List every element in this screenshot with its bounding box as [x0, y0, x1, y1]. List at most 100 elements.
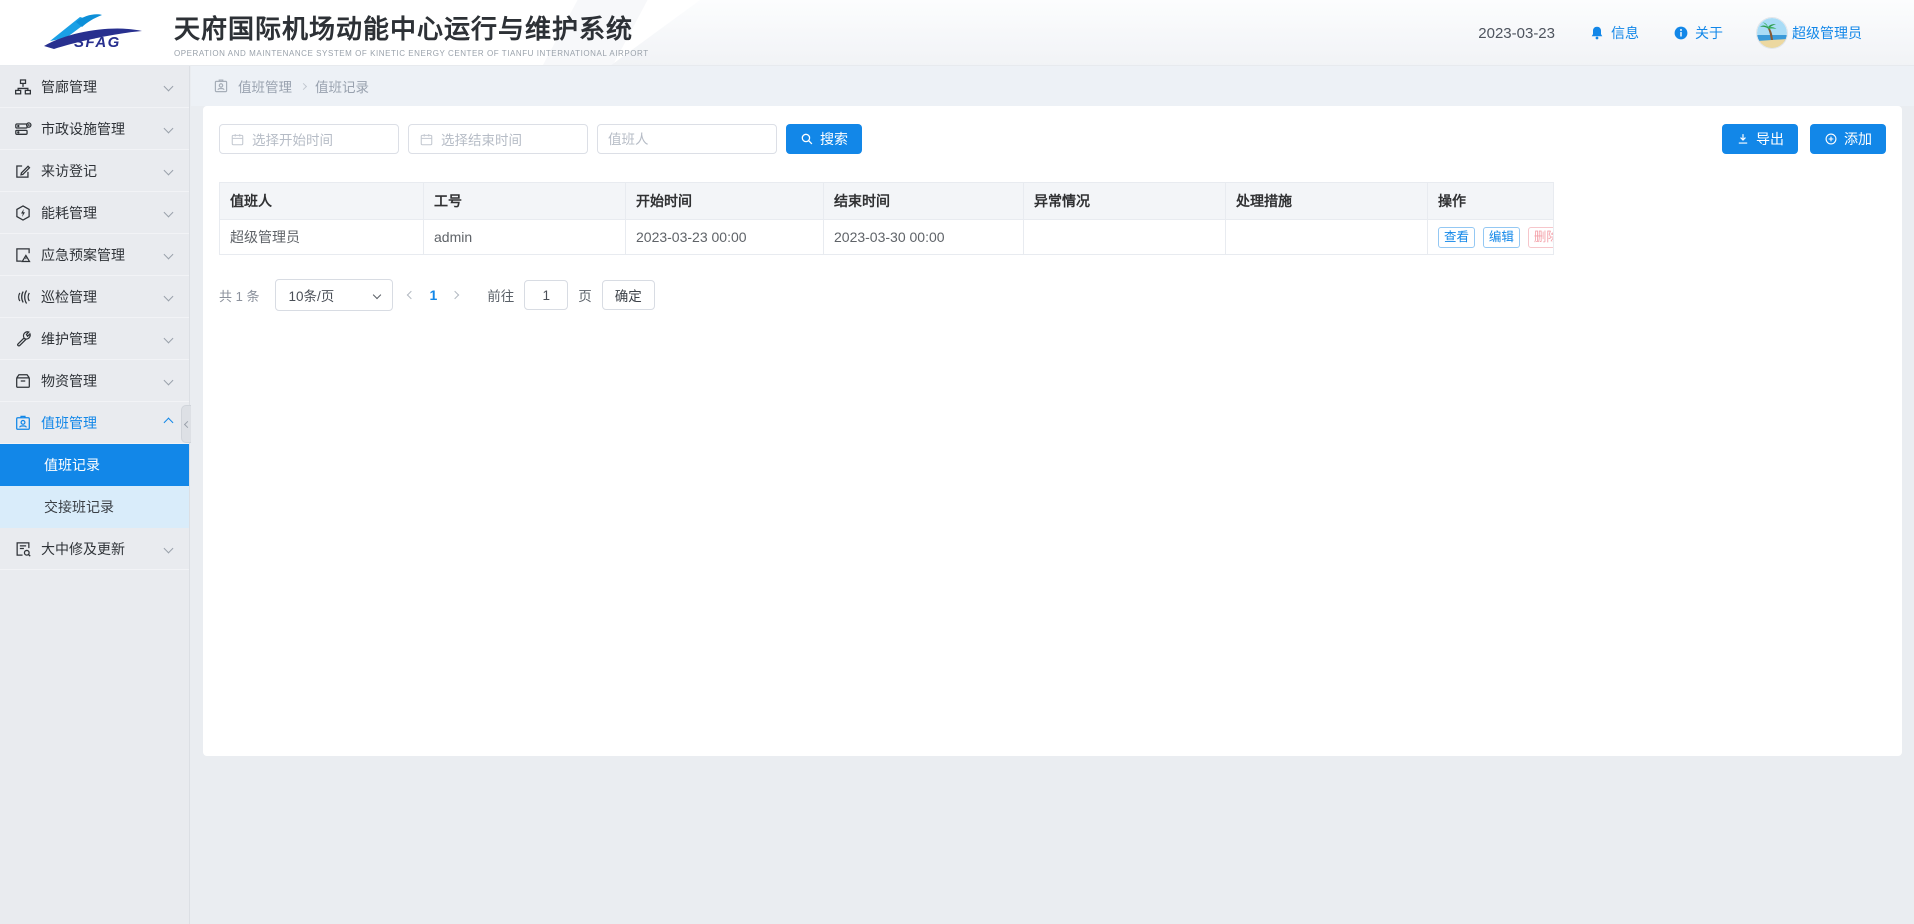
start-time-picker[interactable]: 选择开始时间: [219, 124, 399, 154]
column-header: 结束时间: [824, 183, 1024, 220]
overhaul-icon: [14, 540, 32, 558]
svg-text:SFAG: SFAG: [74, 34, 121, 51]
delete-button[interactable]: 删除: [1528, 227, 1554, 248]
subitem-label: 值班记录: [44, 455, 100, 475]
view-button[interactable]: 查看: [1438, 227, 1475, 248]
export-button[interactable]: 导出: [1722, 124, 1798, 154]
chevron-down-icon: [164, 544, 174, 554]
chevron-down-icon: [164, 376, 174, 386]
chevron-right-icon: [300, 82, 307, 89]
pagination: 共 1 条 10条/页 1 前往 页 确定: [219, 279, 1886, 311]
chevron-down-icon: [164, 334, 174, 344]
emergency-plan-icon: [14, 246, 32, 264]
chevron-right-icon: [451, 291, 459, 299]
search-button[interactable]: 搜索: [786, 124, 862, 154]
sidebar-item-pipe-gallery[interactable]: 管廊管理: [0, 66, 189, 108]
edit-button[interactable]: 编辑: [1483, 227, 1520, 248]
sidebar-collapse-handle[interactable]: [181, 405, 191, 443]
table-row: 超级管理员 admin 2023-03-23 00:00 2023-03-30 …: [220, 220, 1554, 255]
export-label: 导出: [1756, 129, 1784, 149]
duty-submenu: 值班记录 交接班记录: [0, 444, 189, 528]
sidebar-item-visitor-register[interactable]: 来访登记: [0, 150, 189, 192]
column-header: 操作: [1428, 183, 1554, 220]
sidebar-item-energy[interactable]: 能耗管理: [0, 192, 189, 234]
cell-employee-id: admin: [424, 220, 626, 255]
chevron-down-icon: [164, 124, 174, 134]
breadcrumb-section[interactable]: 值班管理: [238, 76, 292, 96]
content-card: 选择开始时间 选择结束时间 搜索: [203, 106, 1902, 756]
chevron-down-icon: [164, 292, 174, 302]
add-button[interactable]: 添加: [1810, 124, 1886, 154]
chevron-left-icon: [407, 291, 415, 299]
duty-person-input[interactable]: [597, 124, 777, 154]
chevron-down-icon: [373, 291, 381, 299]
sidebar: 管廊管理 市政设施管理 来访登记 能耗管理: [0, 66, 190, 924]
filter-toolbar: 选择开始时间 选择结束时间 搜索: [219, 124, 1886, 154]
column-header: 处理措施: [1226, 183, 1428, 220]
cell-abnormal-situation: [1024, 220, 1226, 255]
sidebar-item-label: 来访登记: [41, 161, 97, 181]
sidebar-item-maintenance[interactable]: 维护管理: [0, 318, 189, 360]
column-header: 工号: [424, 183, 626, 220]
header-actions: 2023-03-23 信息 关于: [1478, 0, 1862, 66]
column-header: 异常情况: [1024, 183, 1226, 220]
user-menu[interactable]: 超级管理员: [1757, 18, 1862, 48]
visitor-register-icon: [14, 162, 32, 180]
sidebar-item-label: 能耗管理: [41, 203, 97, 223]
cell-actions: 查看 编辑 删除: [1428, 220, 1554, 255]
end-time-picker[interactable]: 选择结束时间: [408, 124, 588, 154]
cell-handling-measures: [1226, 220, 1428, 255]
duty-badge-icon: [14, 414, 32, 432]
page-number[interactable]: 1: [429, 287, 437, 303]
sidebar-subitem-shift-handover-records[interactable]: 交接班记录: [0, 486, 189, 528]
chevron-down-icon: [164, 250, 174, 260]
end-time-placeholder: 选择结束时间: [441, 129, 522, 149]
chevron-down-icon: [164, 208, 174, 218]
cell-duty-person: 超级管理员: [220, 220, 424, 255]
sfag-logo-icon: SFAG: [36, 10, 156, 56]
column-header: 开始时间: [626, 183, 824, 220]
start-time-placeholder: 选择开始时间: [252, 129, 333, 149]
energy-icon: [14, 204, 32, 222]
goto-page-input[interactable]: [524, 280, 568, 310]
sidebar-item-label: 管廊管理: [41, 77, 97, 97]
logo: SFAG: [36, 10, 156, 56]
download-icon: [1736, 132, 1750, 146]
sidebar-item-label: 值班管理: [41, 413, 97, 433]
prev-page-button[interactable]: [408, 292, 414, 298]
sidebar-item-municipal-facility[interactable]: 市政设施管理: [0, 108, 189, 150]
inspection-icon: [14, 288, 32, 306]
subitem-label: 交接班记录: [44, 497, 114, 517]
cell-end-time: 2023-03-30 00:00: [824, 220, 1024, 255]
about-button[interactable]: 关于: [1673, 23, 1723, 43]
cell-start-time: 2023-03-23 00:00: [626, 220, 824, 255]
main-content: 值班管理 值班记录 选择开始时间 选择结束时间: [191, 66, 1914, 924]
add-label: 添加: [1844, 129, 1872, 149]
sidebar-item-emergency-plan[interactable]: 应急预案管理: [0, 234, 189, 276]
messages-label: 信息: [1611, 23, 1639, 43]
bell-icon: [1589, 25, 1605, 41]
sidebar-item-overhaul[interactable]: 大中修及更新: [0, 528, 189, 570]
confirm-button[interactable]: 确定: [602, 280, 655, 310]
sidebar-subitem-duty-records[interactable]: 值班记录: [0, 444, 189, 486]
chevron-down-icon: [164, 166, 174, 176]
next-page-button[interactable]: [452, 292, 458, 298]
calendar-icon: [230, 132, 245, 147]
sidebar-item-duty[interactable]: 值班管理: [0, 402, 189, 444]
page-suffix-label: 页: [578, 285, 592, 305]
search-label: 搜索: [820, 129, 848, 149]
sidebar-item-materials[interactable]: 物资管理: [0, 360, 189, 402]
page-size-value: 10条/页: [288, 285, 334, 305]
sidebar-item-inspection[interactable]: 巡检管理: [0, 276, 189, 318]
messages-button[interactable]: 信息: [1589, 23, 1639, 43]
sidebar-item-label: 大中修及更新: [41, 539, 125, 559]
info-icon: [1673, 25, 1689, 41]
page-size-select[interactable]: 10条/页: [275, 279, 393, 311]
sidebar-item-label: 物资管理: [41, 371, 97, 391]
breadcrumb: 值班管理 值班记录: [191, 66, 1914, 106]
sidebar-item-label: 维护管理: [41, 329, 97, 349]
header-date: 2023-03-23: [1478, 25, 1555, 42]
breadcrumb-current: 值班记录: [315, 76, 369, 96]
app-title: 天府国际机场动能中心运行与维护系统: [174, 9, 734, 46]
avatar: [1757, 18, 1787, 48]
